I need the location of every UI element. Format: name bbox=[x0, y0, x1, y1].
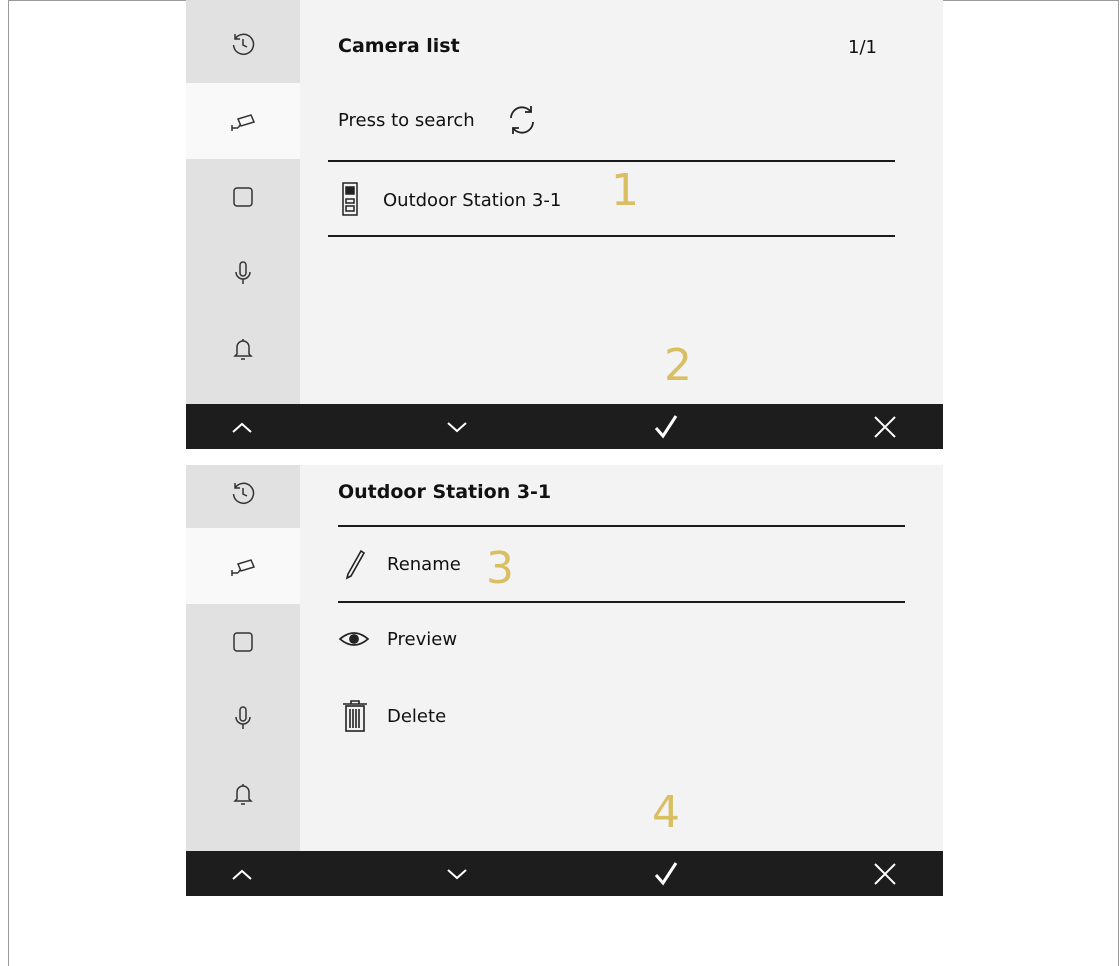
sidebar-item-camera[interactable] bbox=[186, 528, 300, 604]
menu-item-preview[interactable]: Preview bbox=[338, 605, 905, 675]
outdoor-station-icon bbox=[342, 182, 358, 216]
divider bbox=[338, 601, 905, 603]
history-icon bbox=[232, 33, 255, 56]
chevron-up-icon bbox=[232, 869, 252, 880]
sidebar-item-bell[interactable] bbox=[186, 311, 300, 387]
eye-icon bbox=[338, 632, 370, 646]
close-button[interactable] bbox=[855, 851, 915, 896]
page-title: Camera list bbox=[338, 35, 460, 57]
square-icon bbox=[233, 187, 253, 207]
divider bbox=[338, 525, 905, 527]
chevron-down-icon bbox=[447, 421, 467, 432]
divider bbox=[328, 235, 895, 237]
confirm-button[interactable] bbox=[636, 851, 696, 896]
sidebar bbox=[186, 465, 300, 851]
close-icon bbox=[874, 862, 896, 885]
search-label: Press to search bbox=[338, 110, 475, 131]
bottom-bar bbox=[186, 851, 943, 896]
sidebar-item-camera[interactable] bbox=[186, 83, 300, 159]
sidebar-item-bell[interactable] bbox=[186, 756, 300, 832]
list-item-label: Outdoor Station 3-1 bbox=[383, 190, 562, 211]
checkmark-icon bbox=[654, 861, 678, 885]
microphone-icon bbox=[235, 706, 251, 729]
search-button[interactable]: Press to search bbox=[336, 100, 576, 140]
close-icon bbox=[874, 415, 896, 438]
microphone-icon bbox=[235, 261, 251, 284]
divider bbox=[328, 160, 895, 162]
down-button[interactable] bbox=[427, 851, 487, 896]
step-marker-4: 4 bbox=[652, 787, 680, 838]
close-button[interactable] bbox=[855, 404, 915, 449]
up-button[interactable] bbox=[212, 851, 272, 896]
sidebar-item-square[interactable] bbox=[186, 159, 300, 235]
chevron-up-icon bbox=[232, 422, 252, 433]
menu-item-delete[interactable]: Delete bbox=[338, 681, 905, 751]
trash-icon bbox=[343, 700, 367, 732]
menu-item-label: Preview bbox=[387, 629, 458, 650]
chevron-down-icon bbox=[447, 868, 467, 879]
sidebar-item-square[interactable] bbox=[186, 604, 300, 680]
pencil-icon bbox=[345, 549, 366, 580]
menu-item-label: Rename bbox=[387, 554, 461, 575]
confirm-button[interactable] bbox=[636, 404, 696, 449]
camera-icon bbox=[231, 114, 256, 131]
step-marker-2: 2 bbox=[664, 340, 692, 391]
bottom-bar bbox=[186, 404, 943, 449]
down-button[interactable] bbox=[427, 404, 487, 449]
square-icon bbox=[233, 632, 253, 652]
menu-item-label: Delete bbox=[387, 706, 447, 727]
sidebar-item-history[interactable] bbox=[186, 7, 300, 83]
bell-icon bbox=[233, 339, 253, 360]
step-marker-1: 1 bbox=[611, 165, 639, 216]
page-counter: 1/1 bbox=[848, 37, 877, 58]
station-options-screen: Outdoor Station 3-1 Rename 3 Preview Del… bbox=[186, 465, 943, 896]
refresh-icon bbox=[510, 106, 534, 134]
camera-icon bbox=[231, 559, 256, 576]
sidebar-item-microphone[interactable] bbox=[186, 235, 300, 311]
sidebar-item-microphone[interactable] bbox=[186, 680, 300, 756]
history-icon bbox=[232, 482, 255, 505]
up-button[interactable] bbox=[212, 404, 272, 449]
checkmark-icon bbox=[654, 414, 678, 438]
sidebar-item-history[interactable] bbox=[186, 465, 300, 532]
page-title: Outdoor Station 3-1 bbox=[338, 481, 552, 503]
step-marker-3: 3 bbox=[486, 543, 514, 594]
menu-item-rename[interactable]: Rename bbox=[338, 528, 905, 600]
bell-icon bbox=[233, 784, 253, 805]
camera-list-screen: Camera list 1/1 Press to search Outdoor … bbox=[186, 0, 943, 449]
sidebar bbox=[186, 0, 300, 404]
